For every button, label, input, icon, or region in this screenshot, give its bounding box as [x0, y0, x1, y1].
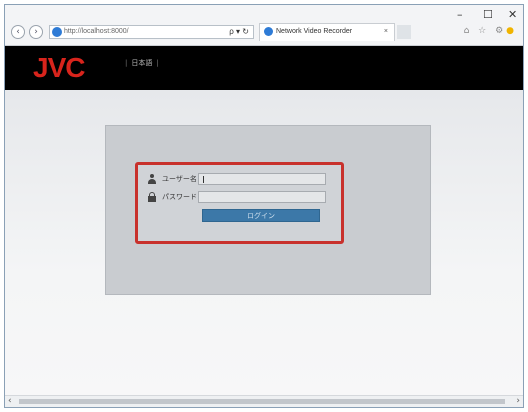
username-input[interactable] — [198, 173, 326, 185]
header-menu: | 日本語 | — [125, 59, 159, 67]
user-icon — [148, 174, 156, 184]
address-tools[interactable]: ρ ▾ ↻ — [229, 26, 249, 38]
scrollbar-thumb[interactable] — [19, 399, 505, 404]
toolbar-icons[interactable]: ⌂ ☆ ⚙● — [464, 26, 517, 36]
new-tab-button[interactable] — [397, 25, 411, 39]
login-button[interactable]: ログイン — [202, 209, 320, 222]
back-icon[interactable]: ‹ — [11, 25, 25, 39]
scroll-right-icon[interactable]: › — [516, 396, 520, 407]
password-label: パスワード — [162, 193, 197, 201]
scroll-left-icon[interactable]: ‹ — [8, 396, 12, 407]
app-header: JVC | 日本語 | — [5, 46, 523, 90]
address-text: http://localhost:8000/ — [64, 28, 129, 35]
username-label: ユーザー名 — [162, 175, 197, 183]
password-input[interactable] — [198, 191, 326, 203]
close-button[interactable]: ✕ — [508, 8, 517, 21]
home-star-gear-icons[interactable]: ⌂ ☆ ⚙ — [464, 26, 507, 36]
browser-window: – ☐ ✕ ‹ › http://localhost:8000/ ρ ▾ ↻ N… — [4, 4, 524, 408]
tab-title: Network Video Recorder — [276, 28, 353, 35]
jvc-logo: JVC — [33, 52, 85, 83]
smiley-icon[interactable]: ● — [506, 26, 517, 36]
forward-icon[interactable]: › — [29, 25, 43, 39]
horizontal-scrollbar[interactable]: ‹ › — [5, 395, 523, 407]
tab-network-video-recorder[interactable]: Network Video Recorder × — [259, 23, 395, 41]
text-caret — [203, 176, 204, 183]
minimize-button[interactable]: – — [457, 8, 463, 21]
ie-icon — [52, 27, 62, 37]
ie-icon — [264, 27, 273, 36]
login-form: ユーザー名 パスワード ログイン — [135, 162, 344, 244]
address-bar[interactable]: http://localhost:8000/ ρ ▾ ↻ — [49, 25, 254, 39]
tab-close-icon[interactable]: × — [384, 24, 388, 40]
login-panel: ユーザー名 パスワード ログイン — [105, 125, 431, 295]
browser-chrome: – ☐ ✕ ‹ › http://localhost:8000/ ρ ▾ ↻ N… — [5, 5, 523, 46]
language-link[interactable]: 日本語 — [131, 59, 152, 67]
lock-icon — [148, 192, 156, 202]
page-content: ユーザー名 パスワード ログイン — [5, 90, 523, 395]
maximize-button[interactable]: ☐ — [483, 8, 493, 21]
